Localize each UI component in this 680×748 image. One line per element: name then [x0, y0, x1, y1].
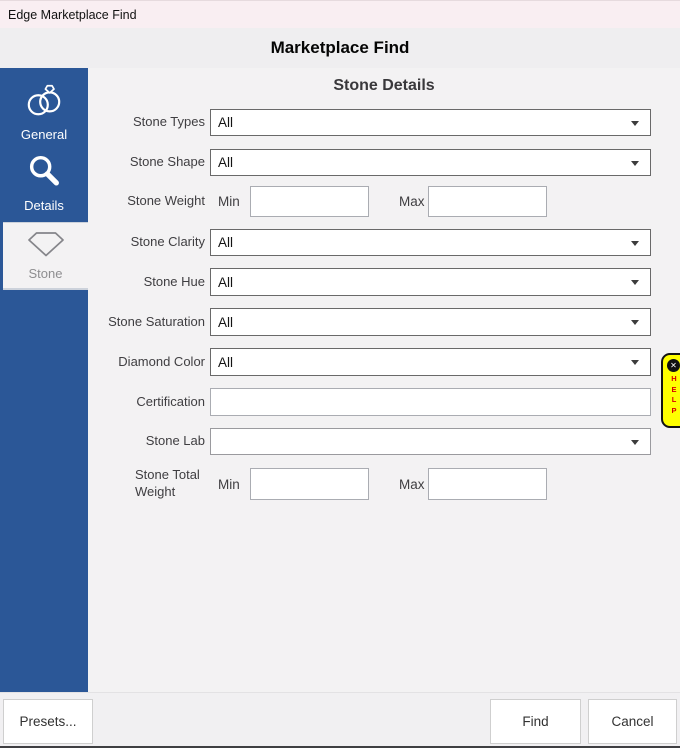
chevron-down-icon — [631, 241, 639, 246]
stone-total-weight-min-input[interactable] — [250, 468, 369, 500]
diamond-color-select[interactable]: All — [210, 348, 651, 376]
sidebar-item-stone-active[interactable]: Stone — [3, 222, 88, 290]
max-label: Max — [399, 468, 425, 500]
chevron-down-icon — [631, 121, 639, 126]
min-label: Min — [218, 186, 240, 217]
row-stone-lab: Stone Lab — [88, 428, 680, 455]
stone-total-weight-label: Stone Total Weight — [135, 467, 205, 501]
stone-lab-label: Stone Lab — [146, 433, 205, 450]
stone-clarity-select[interactable]: All — [210, 229, 651, 256]
stone-shape-select[interactable]: All — [210, 149, 651, 176]
sidebar-item-label: Details — [24, 198, 64, 213]
close-icon[interactable]: ✕ — [667, 359, 680, 372]
chevron-down-icon — [631, 280, 639, 285]
chevron-down-icon — [631, 440, 639, 445]
row-stone-clarity: Stone Clarity All — [88, 229, 680, 256]
window-title: Edge Marketplace Find — [8, 1, 137, 29]
sidebar: General Details Stone — [0, 68, 88, 692]
stone-weight-max-input[interactable] — [428, 186, 547, 217]
chevron-down-icon — [631, 320, 639, 325]
presets-button[interactable]: Presets... — [3, 699, 93, 744]
titlebar: Edge Marketplace Find — [0, 0, 680, 28]
stone-saturation-label: Stone Saturation — [108, 314, 205, 331]
marketplace-find-dialog: Edge Marketplace Find Marketplace Find G… — [0, 0, 680, 748]
diamond-color-label: Diamond Color — [118, 354, 205, 371]
row-certification: Certification — [88, 388, 680, 416]
help-tab[interactable]: ✕ H E L P — [661, 353, 680, 428]
row-diamond-color: Diamond Color All — [88, 348, 680, 376]
sidebar-item-label: General — [21, 127, 67, 142]
stone-hue-label: Stone Hue — [144, 274, 205, 291]
stone-clarity-label: Stone Clarity — [131, 234, 205, 251]
stone-total-weight-max-input[interactable] — [428, 468, 547, 500]
rings-icon — [23, 81, 65, 124]
stone-lab-select[interactable] — [210, 428, 651, 455]
certification-label: Certification — [136, 394, 205, 411]
search-icon — [25, 152, 63, 195]
stone-saturation-select[interactable]: All — [210, 308, 651, 336]
help-tab-label: H E L P — [668, 374, 680, 416]
row-stone-hue: Stone Hue All — [88, 268, 680, 296]
certification-input[interactable] — [210, 388, 651, 416]
chevron-down-icon — [631, 161, 639, 166]
sidebar-item-details[interactable]: Details — [0, 146, 88, 218]
stone-types-label: Stone Types — [133, 114, 205, 131]
row-stone-shape: Stone Shape All — [88, 149, 680, 176]
chevron-down-icon — [631, 360, 639, 365]
stone-hue-select[interactable]: All — [210, 268, 651, 296]
cancel-button[interactable]: Cancel — [588, 699, 677, 744]
sidebar-item-general[interactable]: General — [0, 76, 88, 146]
diamond-icon — [26, 230, 66, 263]
row-stone-total-weight: Stone Total Weight Min Max — [88, 468, 680, 500]
row-stone-saturation: Stone Saturation All — [88, 308, 680, 336]
find-button[interactable]: Find — [490, 699, 581, 744]
sidebar-item-label: Stone — [29, 266, 63, 281]
stone-weight-min-input[interactable] — [250, 186, 369, 217]
max-label: Max — [399, 186, 425, 217]
footer: Presets... Find Cancel — [0, 692, 680, 748]
section-title: Stone Details — [88, 77, 680, 95]
row-stone-weight: Stone Weight Min Max — [88, 186, 680, 217]
page-title: Marketplace Find — [0, 28, 680, 68]
min-label: Min — [218, 468, 240, 500]
stone-weight-label: Stone Weight — [127, 193, 205, 210]
stone-types-select[interactable]: All — [210, 109, 651, 136]
stone-shape-label: Stone Shape — [130, 154, 205, 171]
stone-details-panel: Stone Details Stone Types All Stone Shap… — [88, 68, 680, 692]
row-stone-types: Stone Types All — [88, 109, 680, 136]
header: Marketplace Find — [0, 28, 680, 68]
